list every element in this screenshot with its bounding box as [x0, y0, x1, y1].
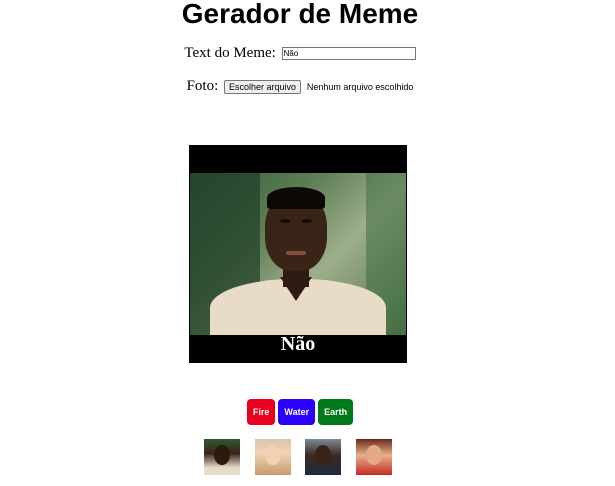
earth-button[interactable]: Earth: [318, 399, 354, 425]
choose-file-button[interactable]: Escolher arquivo: [224, 79, 302, 94]
meme-thumb-1[interactable]: [204, 439, 240, 475]
fire-button[interactable]: Fire: [246, 399, 276, 425]
element-buttons: Fire Water Earth: [0, 399, 600, 425]
file-status: Nenhum arquivo escolhido: [306, 81, 414, 92]
meme-thumb-2[interactable]: [255, 439, 291, 475]
meme-text-row: Text do Meme:: [0, 45, 600, 62]
meme-caption: Não: [280, 333, 316, 355]
meme-thumb-3[interactable]: [305, 439, 341, 475]
meme-text-label: Text do Meme:: [184, 45, 276, 61]
water-button[interactable]: Water: [278, 399, 316, 425]
meme-thumb-4[interactable]: [356, 439, 392, 475]
photo-label: Foto:: [186, 78, 219, 94]
meme-photo: [190, 173, 406, 335]
photo-row: Foto: Escolher arquivo Nenhum arquivo es…: [0, 78, 600, 95]
meme-text-input[interactable]: [281, 47, 416, 61]
meme-preview: Não: [189, 145, 407, 363]
page: Gerador de Meme Text do Meme: Foto: Esco…: [0, 0, 600, 486]
page-title: Gerador de Meme: [181, 0, 419, 29]
